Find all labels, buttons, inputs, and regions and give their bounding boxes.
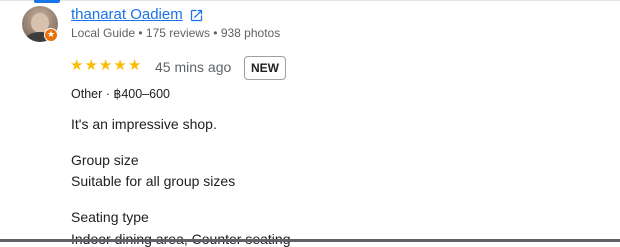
star-icon: ★ <box>70 57 84 74</box>
review-text: It's an impressive shop. <box>71 116 217 132</box>
local-guide-star-icon: ★ <box>44 28 58 42</box>
star-icon: ★ <box>84 57 98 74</box>
reviewer-meta: Local Guide • 175 reviews • 938 photos <box>71 26 281 40</box>
attribute-title-seating-type: Seating type <box>71 209 149 225</box>
top-divider <box>0 0 620 1</box>
star-icon: ★ <box>127 57 142 74</box>
open-external-icon[interactable] <box>189 8 204 23</box>
star-icon: ★ <box>98 57 113 74</box>
attribute-title-group-size: Group size <box>71 152 139 168</box>
attribute-value-group-size: Suitable for all group sizes <box>71 173 236 189</box>
star-rating: ★ ★ ★ ★ ★ <box>70 58 141 74</box>
star-icon: ★ <box>113 57 127 74</box>
meal-price-info: Other · ฿400–600 <box>71 87 170 101</box>
new-badge: NEW <box>244 56 286 80</box>
reviewer-name-link[interactable]: thanarat Oadiem <box>71 6 183 23</box>
active-tab-indicator <box>34 0 60 3</box>
review-time: 45 mins ago <box>155 59 232 75</box>
